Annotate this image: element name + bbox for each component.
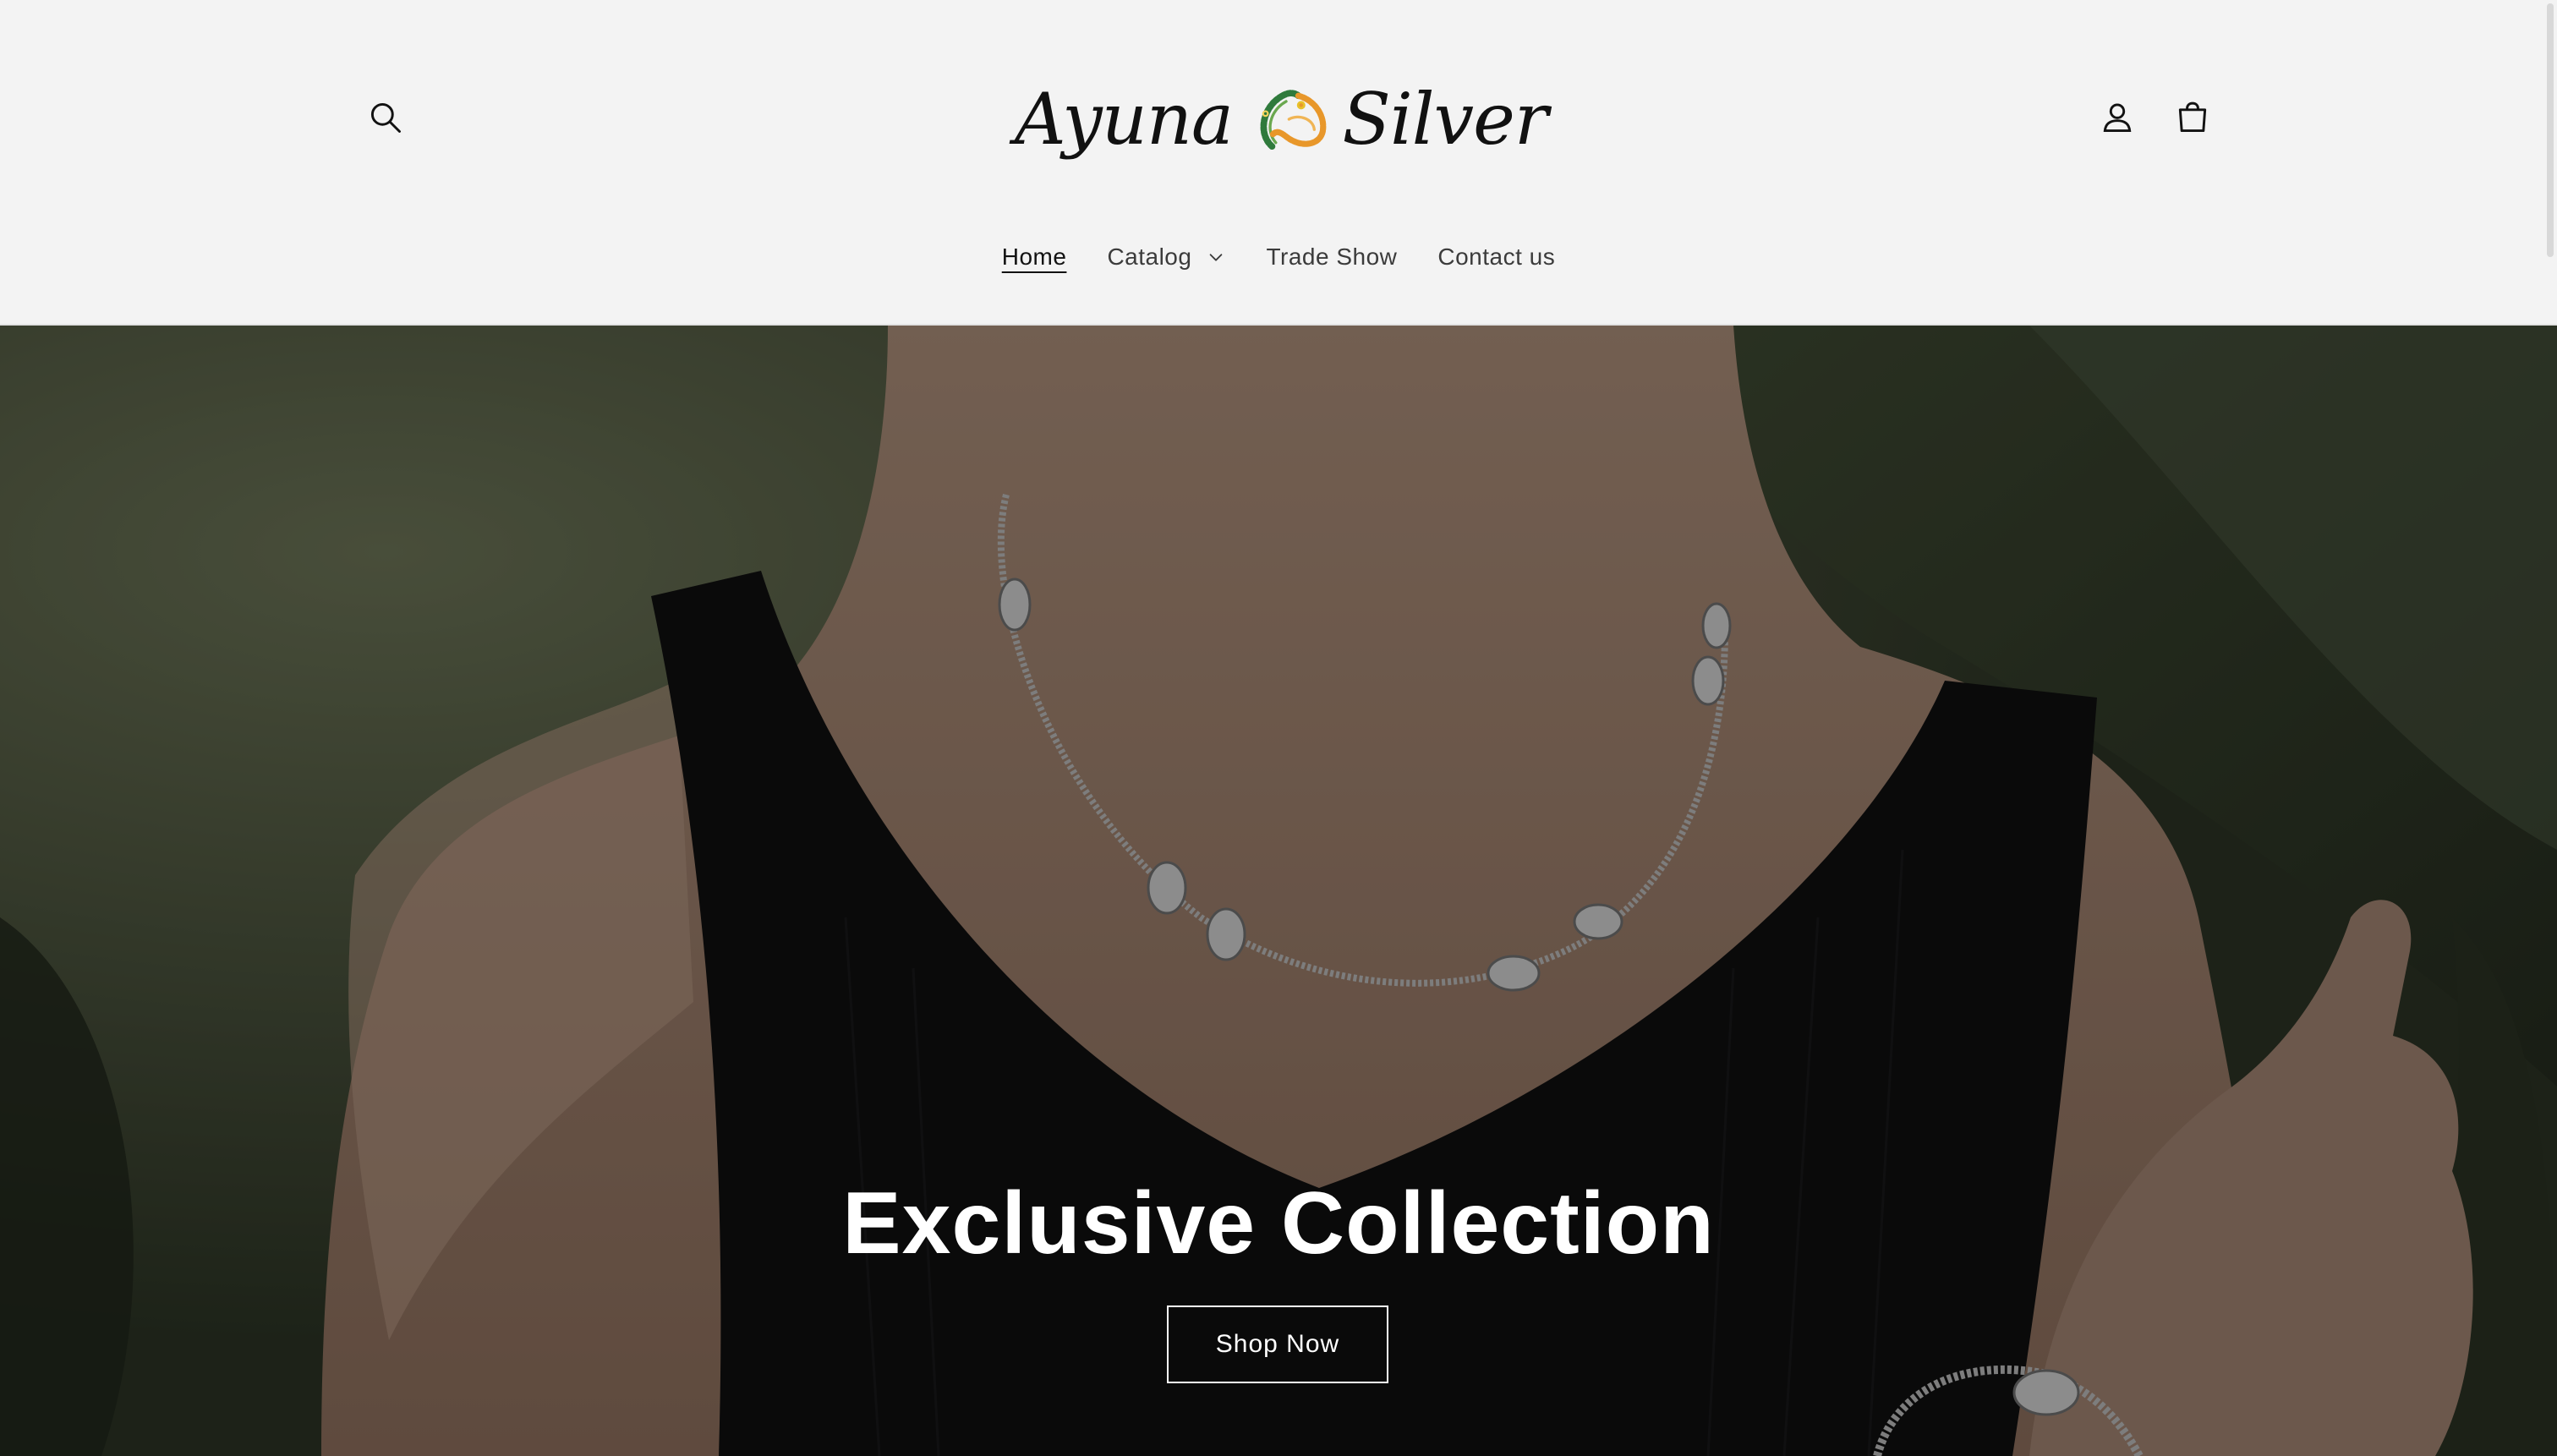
scrollbar-thumb[interactable] — [2547, 3, 2554, 257]
search-icon — [370, 102, 401, 133]
search-button[interactable] — [348, 79, 424, 156]
cart-icon — [2178, 101, 2207, 133]
main-nav: Home Catalog Trade Show Contact us — [0, 230, 2557, 284]
hero-banner: Exclusive Collection Shop Now — [0, 326, 2557, 1456]
page: Ayuna Silver Home Catalog Trade Show Con… — [0, 0, 2557, 1456]
nav-item-label: Contact us — [1437, 244, 1556, 270]
hero-overlay — [0, 326, 2557, 1456]
site-header: Ayuna Silver Home Catalog Trade Show Con… — [0, 0, 2557, 326]
nav-item-catalog[interactable]: Catalog — [1087, 235, 1246, 279]
nav-item-home[interactable]: Home — [982, 235, 1087, 279]
nav-item-trade-show[interactable]: Trade Show — [1246, 235, 1417, 279]
nav-item-label: Home — [1001, 244, 1067, 270]
cart-button[interactable] — [2155, 79, 2231, 156]
nav-item-contact-us[interactable]: Contact us — [1417, 235, 1575, 279]
hero-title: Exclusive Collection — [842, 1174, 1715, 1273]
account-button[interactable] — [2079, 79, 2155, 156]
logo-emblem-icon — [1260, 90, 1327, 151]
logo-word-left: Ayuna — [1015, 78, 1234, 161]
logo-word-right: Silver — [1342, 78, 1548, 161]
nav-item-label: Trade Show — [1266, 244, 1398, 270]
page-scrollbar[interactable] — [2542, 0, 2557, 1456]
site-logo[interactable]: Ayuna Silver — [1015, 56, 1548, 183]
account-icon — [2103, 103, 2132, 133]
shop-now-button[interactable]: Shop Now — [1167, 1305, 1388, 1383]
chevron-down-icon — [1210, 254, 1223, 261]
nav-item-label: Catalog — [1107, 244, 1192, 270]
